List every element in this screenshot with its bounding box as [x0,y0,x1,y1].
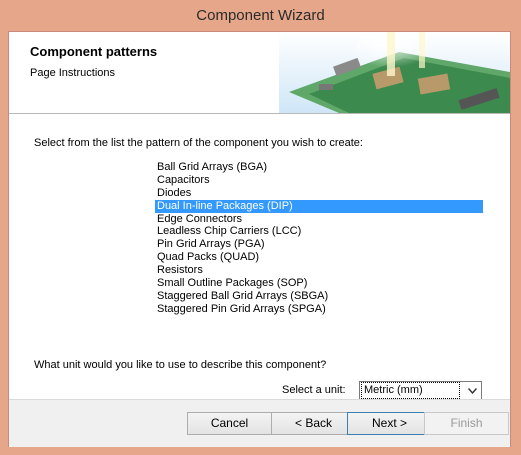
chevron-down-icon[interactable] [464,382,481,399]
pattern-list-item[interactable]: Resistors [155,264,483,277]
unit-question: What unit would you like to use to descr… [34,359,327,371]
pattern-list-item[interactable]: Staggered Ball Grid Arrays (SBGA) [155,290,483,303]
unit-select-label: Select a unit: [282,384,346,396]
wizard-client-area: Component patterns Page Instructions Sel… [8,31,511,447]
pattern-list-item[interactable]: Small Outline Packages (SOP) [155,277,483,290]
pattern-prompt: Select from the list the pattern of the … [34,137,363,149]
wizard-window: Component Wizard Component patterns Page… [0,0,521,455]
pattern-list-item[interactable]: Capacitors [155,174,483,187]
pattern-list-item[interactable]: Diodes [155,187,483,200]
finish-button[interactable]: Finish [424,412,509,435]
page-title: Component patterns [30,44,158,59]
pattern-list-item[interactable]: Staggered Pin Grid Arrays (SPGA) [155,303,483,316]
wizard-body: Select from the list the pattern of the … [9,114,510,400]
pattern-list-item[interactable]: Edge Connectors [155,213,483,226]
back-button[interactable]: < Back [271,412,356,435]
pattern-list-item[interactable]: Ball Grid Arrays (BGA) [155,161,483,174]
cancel-button[interactable]: Cancel [187,412,272,435]
pcb-banner-image [279,32,510,113]
unit-select[interactable]: Metric (mm) [359,381,482,400]
page-instructions: Page Instructions [30,67,115,79]
pattern-list[interactable]: Ball Grid Arrays (BGA) Capacitors Diodes Du… [155,161,483,316]
pattern-list-item[interactable]: Leadless Chip Carriers (LCC) [155,225,483,238]
wizard-footer: Cancel < Back Next > Finish [9,399,510,447]
unit-select-value: Metric (mm) [361,382,460,399]
next-button[interactable]: Next > [347,412,432,435]
pattern-list-item[interactable]: Pin Grid Arrays (PGA) [155,238,483,251]
pattern-list-item[interactable]: Dual In-line Packages (DIP) [155,199,483,213]
pattern-list-item[interactable]: Quad Packs (QUAD) [155,251,483,264]
wizard-header: Component patterns Page Instructions [9,32,510,114]
window-title: Component Wizard [196,7,325,24]
